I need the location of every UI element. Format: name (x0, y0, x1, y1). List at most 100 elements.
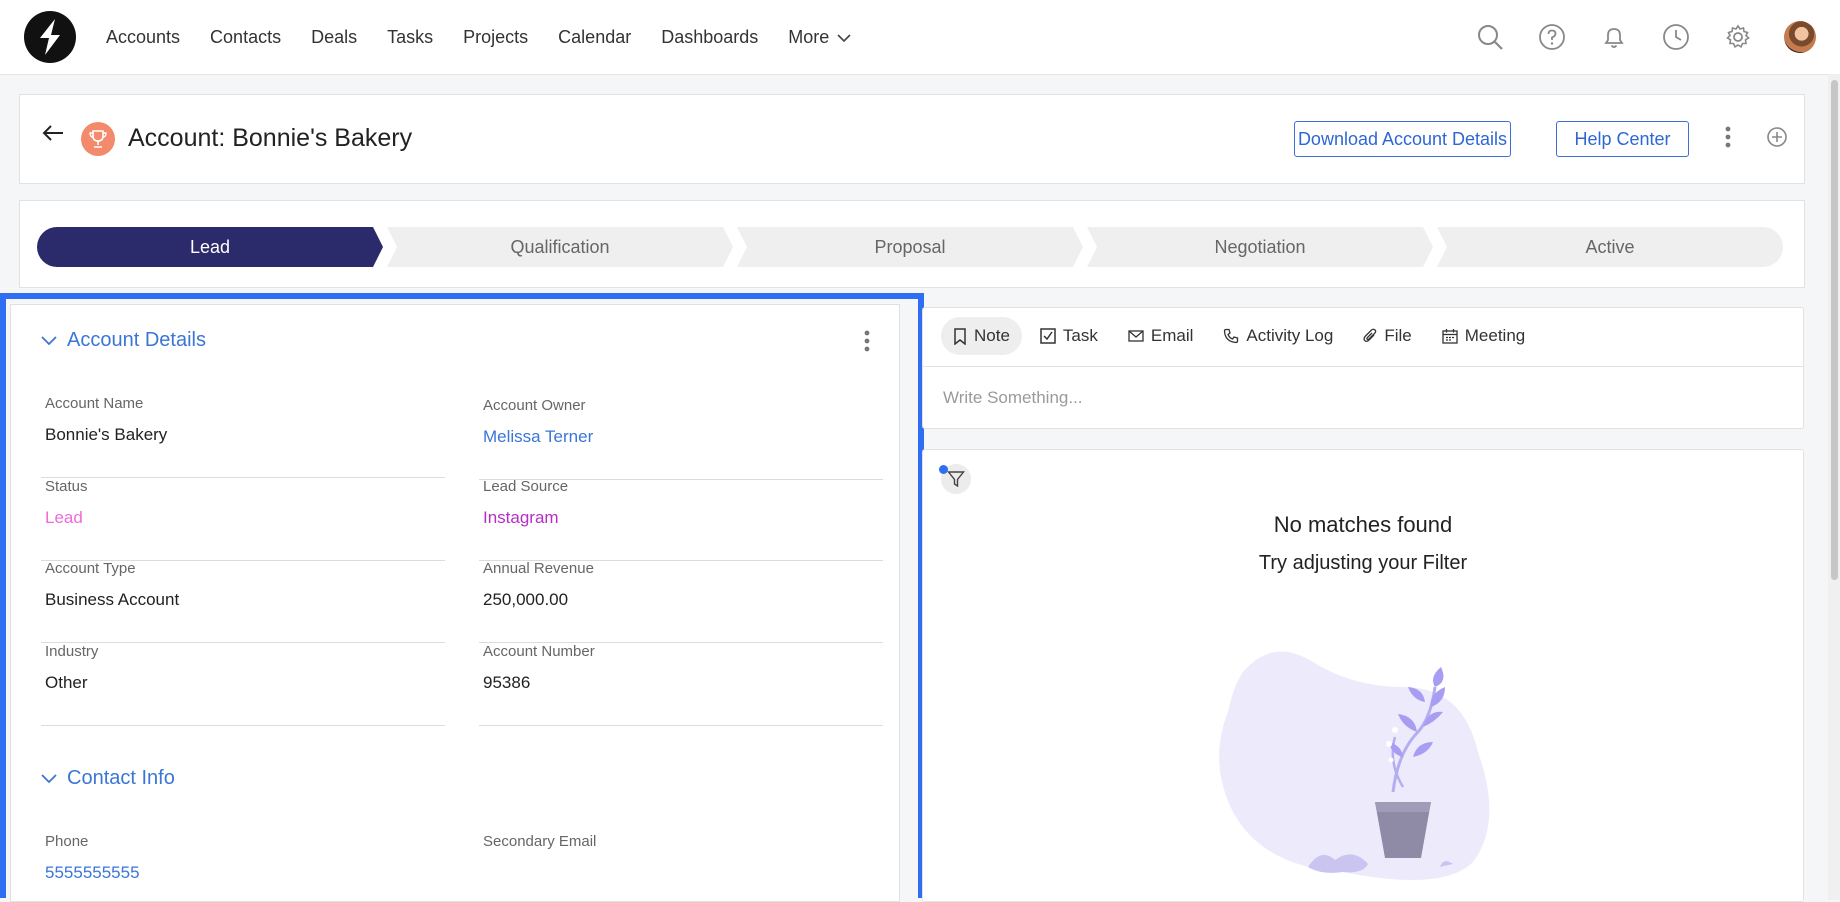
chevron-down-icon (837, 27, 851, 48)
stage-qualification[interactable]: Qualification (387, 227, 733, 267)
field-value[interactable]: Other (45, 673, 88, 693)
field-industry: Industry Other (41, 643, 445, 726)
field-label: Account Type (45, 560, 136, 577)
nav-calendar[interactable]: Calendar (558, 27, 631, 48)
tab-label: Activity Log (1246, 326, 1334, 345)
field-label: Lead Source (483, 478, 569, 495)
tab-label: Meeting (1464, 326, 1526, 345)
contact-info-header[interactable]: Contact Info (41, 767, 175, 790)
stage-pipeline-svg: Lead Qualification Proposal Negotiation Acti… (37, 227, 1783, 267)
stage-negotiation[interactable]: Negotiation (1087, 227, 1433, 267)
field-account-number: Account Number 95386 (479, 643, 883, 726)
nav-accounts[interactable]: Accounts (106, 27, 180, 48)
tab-note[interactable]: Note (941, 317, 1022, 355)
account-header: Account: Bonnie's Bakery Download Accoun… (19, 94, 1805, 184)
note-input[interactable]: Write Something... (943, 388, 1083, 408)
nav-more[interactable]: More (788, 27, 851, 48)
tab-label: Email (1150, 326, 1194, 345)
phone-icon (1223, 328, 1239, 344)
field-label: Phone (45, 833, 89, 850)
tab-activity-log[interactable]: Activity Log (1211, 317, 1345, 355)
section-more-options-icon[interactable] (863, 329, 871, 358)
composer-divider (923, 366, 1803, 367)
phone-link[interactable]: 5555555555 (45, 863, 140, 883)
nav-tasks[interactable]: Tasks (387, 27, 433, 48)
field-value[interactable]: 250,000.00 (483, 590, 568, 610)
field-label: Account Name (45, 395, 144, 412)
app-logo[interactable] (24, 11, 76, 63)
more-options-icon[interactable] (1724, 125, 1732, 154)
empty-state-subtitle: Try adjusting your Filter (1258, 552, 1468, 574)
field-label: Secondary Email (483, 833, 597, 850)
clock-icon[interactable] (1660, 21, 1692, 53)
field-annual-revenue: Annual Revenue 250,000.00 (479, 560, 883, 643)
chevron-down-icon (41, 773, 57, 783)
top-navigation-bar: Accounts Contacts Deals Tasks Projects C… (0, 0, 1840, 75)
field-phone: Phone 5555555555 (41, 833, 445, 901)
field-account-name: Account Name Bonnie's Bakery (41, 395, 445, 478)
activity-composer: Note Task Email Activity Log File Meetin… (922, 307, 1804, 429)
chevron-down-icon (41, 335, 57, 345)
lead-source-value[interactable]: Instagram (483, 508, 559, 528)
stage-label: Lead (190, 237, 230, 257)
main-nav: Accounts Contacts Deals Tasks Projects C… (106, 0, 881, 74)
gear-icon[interactable] (1722, 21, 1754, 53)
checkbox-icon (1040, 328, 1056, 344)
calendar-icon (1442, 328, 1458, 344)
status-value[interactable]: Lead (45, 508, 83, 528)
stage-lead[interactable]: Lead (37, 227, 383, 267)
field-label: Account Owner (483, 397, 586, 414)
field-label: Industry (45, 643, 99, 660)
user-avatar[interactable] (1784, 21, 1816, 53)
paperclip-icon (1363, 328, 1377, 344)
field-value[interactable]: Business Account (45, 590, 179, 610)
nav-dashboards[interactable]: Dashboards (661, 27, 758, 48)
field-account-type: Account Type Business Account (41, 560, 445, 643)
add-circle-icon[interactable] (1766, 126, 1788, 153)
stage-label: Proposal (874, 237, 945, 257)
tab-label: Task (1062, 326, 1098, 345)
field-label: Account Number (483, 643, 595, 660)
empty-state-illustration (1219, 651, 1490, 880)
stage-active[interactable]: Active (1437, 227, 1783, 267)
account-owner-link[interactable]: Melissa Terner (483, 427, 593, 447)
tab-task[interactable]: Task (1028, 317, 1110, 355)
nav-projects[interactable]: Projects (463, 27, 528, 48)
field-label: Annual Revenue (483, 560, 594, 577)
field-account-owner: Account Owner Melissa Terner (479, 397, 883, 480)
top-icons (1444, 0, 1816, 74)
stage-proposal[interactable]: Proposal (737, 227, 1083, 267)
field-secondary-email: Secondary Email (479, 833, 883, 901)
tab-label: File (1384, 326, 1412, 345)
page-title: Account: Bonnie's Bakery (128, 124, 413, 152)
tab-meeting[interactable]: Meeting (1430, 317, 1537, 355)
mail-icon (1128, 330, 1144, 342)
field-value[interactable]: 95386 (483, 673, 530, 693)
field-lead-source: Lead Source Instagram (479, 478, 883, 561)
tab-email[interactable]: Email (1116, 317, 1206, 355)
bell-icon[interactable] (1598, 21, 1630, 53)
nav-contacts[interactable]: Contacts (210, 27, 281, 48)
tab-file[interactable]: File (1351, 317, 1423, 355)
nav-deals[interactable]: Deals (311, 27, 357, 48)
stage-label: Qualification (510, 237, 609, 257)
stage-label: Active (1585, 237, 1634, 257)
account-details-panel: Account Details Account Name Bonnie's Ba… (10, 304, 900, 902)
page-scrollbar-thumb[interactable] (1831, 80, 1838, 580)
section-title-contact-info: Contact Info (67, 767, 175, 789)
filter-active-indicator (939, 465, 948, 474)
tab-label: Note (974, 326, 1010, 345)
trophy-icon (81, 122, 115, 156)
bookmark-icon (953, 327, 967, 345)
download-account-details-button[interactable]: Download Account Details (1294, 121, 1511, 157)
field-status: Status Lead (41, 478, 445, 561)
field-value[interactable]: Bonnie's Bakery (45, 425, 167, 445)
empty-state-title: No matches found (1273, 512, 1453, 537)
back-arrow-icon[interactable] (42, 123, 64, 148)
help-icon[interactable] (1536, 21, 1568, 53)
field-label: Status (45, 478, 88, 495)
search-icon[interactable] (1474, 21, 1506, 53)
help-center-button[interactable]: Help Center (1556, 121, 1689, 157)
account-details-header[interactable]: Account Details (41, 329, 206, 352)
nav-more-label: More (788, 26, 830, 47)
